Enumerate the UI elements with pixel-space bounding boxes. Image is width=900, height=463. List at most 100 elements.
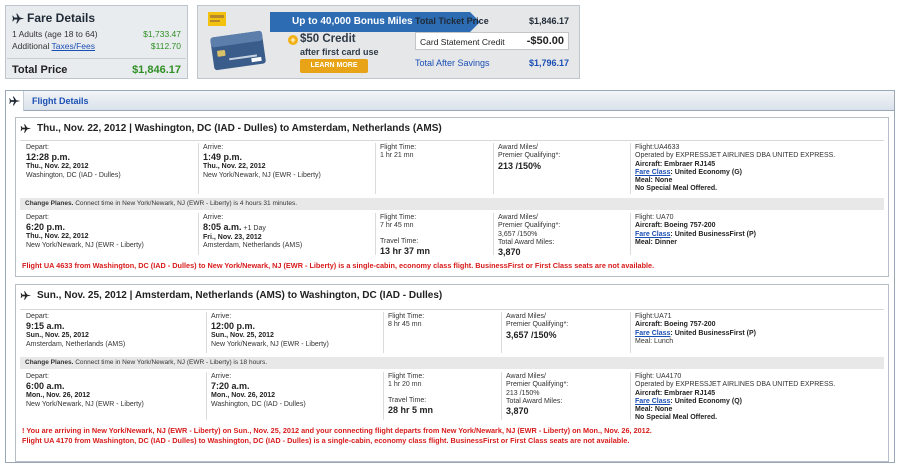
- depart-label: Depart:: [26, 214, 49, 221]
- award-label: Award Miles/: [498, 144, 538, 151]
- pq-label: Premier Qualifying*:: [506, 381, 569, 389]
- taxes-fees-link[interactable]: Taxes/Fees: [52, 41, 95, 51]
- flight-info-cell: Flight:UA4633 Operated by EXPRESSJET AIR…: [635, 144, 835, 194]
- promo-totals: Total Ticket Price $1,846.17 Card Statem…: [415, 12, 575, 74]
- flight-number: Flight: UA70: [635, 214, 674, 221]
- fare-class-link[interactable]: Fare Class: [635, 169, 670, 176]
- arrive-place: Amsterdam, Netherlands (AMS): [203, 241, 303, 249]
- operated-by: Operated by EXPRESSJET AIRLINES DBA UNIT…: [635, 152, 836, 160]
- travel-time-value: 28 hr 5 mn: [388, 404, 434, 415]
- flight-time-value: 7 hr 45 mn: [380, 222, 414, 230]
- total-award-label: Total Award Miles:: [506, 397, 563, 405]
- depart-date: Thu., Nov. 22, 2012: [26, 233, 89, 241]
- flight-time-label: Flight Time:: [388, 373, 425, 380]
- plus-icon: +: [288, 35, 298, 45]
- airplane-icon: [20, 290, 32, 300]
- change-planes-label: Change Planes.: [25, 200, 74, 207]
- change-planes-text: Connect time in New York/Newark, NJ (EWR…: [73, 359, 268, 366]
- segment-row: Depart: 12:28 p.m. Thu., Nov. 22, 2012 W…: [20, 140, 884, 196]
- arrive-cell: Arrive: 8:05 a.m. +1 Day Fri., Nov. 23, …: [203, 214, 302, 250]
- aircraft: Aircraft: Embraer RJ145: [635, 389, 716, 397]
- segment-row: Depart: 6:00 a.m. Mon., Nov. 26, 2012 Ne…: [20, 370, 884, 422]
- trip-return-title: Sun., Nov. 25, 2012 | Amsterdam, Netherl…: [37, 289, 443, 301]
- fare-adults-label: 1 Adults (age 18 to 64): [12, 29, 98, 39]
- change-planes-notice: Change Planes. Connect time in New York/…: [20, 357, 884, 369]
- meal: Meal: Dinner: [635, 238, 678, 246]
- depart-place: New York/Newark, NJ (EWR - Liberty): [26, 400, 144, 408]
- fare-total-label: Total Price: [12, 64, 68, 76]
- arrive-date: Thu., Nov. 22, 2012: [203, 163, 266, 171]
- fare-total-row: Total Price $1,846.17: [12, 64, 181, 76]
- trip-outbound-header: Thu., Nov. 22, 2012 | Washington, DC (IA…: [16, 118, 888, 138]
- arrive-cell: Arrive: 1:49 p.m. Thu., Nov. 22, 2012 Ne…: [203, 144, 321, 180]
- award-cell: Award Miles/ Premier Qualifying*: 213 /1…: [506, 373, 568, 417]
- ticket-total-amount: $1,846.17: [528, 16, 569, 26]
- flight-time-value: 1 hr 20 mn: [388, 381, 422, 389]
- fare-additional-prefix: Additional: [12, 41, 52, 51]
- flight-time-value: 1 hr 21 mn: [380, 152, 414, 160]
- economy-warning: Flight UA 4633 from Washington, DC (IAD …: [22, 261, 655, 270]
- airplane-icon: [12, 13, 25, 23]
- award-cell: Award Miles/ Premier Qualifying*: 213 /1…: [498, 144, 560, 172]
- after-savings-row: Total After Savings $1,796.17: [415, 58, 569, 68]
- credit-card-image[interactable]: [206, 12, 270, 74]
- fare-details-panel: Fare Details 1 Adults (age 18 to 64) $1,…: [5, 5, 188, 79]
- fare-adults-row: 1 Adults (age 18 to 64) $1,733.47: [12, 29, 181, 39]
- total-award-value: 3,870: [506, 406, 529, 417]
- change-planes-label: Change Planes.: [25, 359, 74, 366]
- arrive-label: Arrive:: [203, 214, 224, 221]
- after-savings-amount: $1,796.17: [528, 58, 569, 68]
- depart-cell: Depart: 6:20 p.m. Thu., Nov. 22, 2012 Ne…: [26, 214, 144, 250]
- fare-class-value: : United Economy (G): [670, 168, 742, 176]
- arrive-time: 1:49 p.m.: [203, 152, 243, 163]
- fare-class-link[interactable]: Fare Class: [635, 231, 670, 238]
- pq-label: Premier Qualifying*:: [498, 152, 561, 160]
- flight-number: Flight: UA4170: [635, 373, 682, 380]
- arrive-time: 8:05 a.m.: [203, 222, 242, 233]
- arrive-place: New York/Newark, NJ (EWR - Liberty): [211, 340, 329, 348]
- meal: Meal: None: [635, 406, 673, 414]
- flight-info-cell: Flight: UA70 Aircraft: Boeing 757-200 Fa…: [635, 214, 756, 247]
- arrive-cell: Arrive: 7:20 a.m. Mon., Nov. 26, 2012 Wa…: [211, 373, 306, 409]
- trip-outbound-title: Thu., Nov. 22, 2012 | Washington, DC (IA…: [37, 122, 442, 134]
- depart-cell: Depart: 9:15 a.m. Sun., Nov. 25, 2012 Am…: [26, 313, 125, 349]
- flight-time-cell: Flight Time: 8 hr 45 mn: [388, 313, 424, 330]
- fare-class-link[interactable]: Fare Class: [635, 398, 670, 405]
- award-value: 213 /150%: [506, 389, 540, 397]
- depart-date: Mon., Nov. 26, 2012: [26, 392, 91, 400]
- travel-time-label: Travel Time:: [388, 396, 427, 404]
- learn-more-button[interactable]: LEARN MORE: [300, 59, 368, 73]
- airplane-icon: [8, 96, 20, 105]
- special-meal: No Special Meal Offered.: [635, 414, 718, 422]
- travel-time-label: Travel Time:: [380, 237, 419, 245]
- fare-class-link[interactable]: Fare Class: [635, 330, 670, 337]
- flight-details-icon-box: [6, 90, 24, 111]
- segment-row: Depart: 9:15 a.m. Sun., Nov. 25, 2012 Am…: [20, 309, 884, 355]
- arrive-date: Sun., Nov. 25, 2012: [211, 332, 274, 340]
- pq-label: Premier Qualifying*:: [506, 321, 569, 329]
- trip-outbound: Thu., Nov. 22, 2012 | Washington, DC (IA…: [15, 117, 889, 277]
- award-label: Award Miles/: [506, 313, 546, 320]
- pq-label: Premier Qualifying*:: [498, 222, 561, 230]
- arrive-place: New York/Newark, NJ (EWR - Liberty): [203, 171, 321, 179]
- depart-date: Thu., Nov. 22, 2012: [26, 163, 89, 171]
- flight-time-label: Flight Time:: [380, 214, 417, 221]
- fare-taxes-row: Additional Taxes/Fees $112.70: [12, 41, 181, 51]
- flight-details-title: Flight Details: [32, 95, 89, 106]
- arrive-date: Fri., Nov. 23, 2012: [203, 233, 262, 241]
- travel-time-value: 13 hr 37 mn: [380, 245, 431, 256]
- flight-time-label: Flight Time:: [388, 313, 425, 320]
- depart-place: Washington, DC (IAD - Dulles): [26, 171, 121, 179]
- after-savings-label: Total After Savings: [415, 58, 490, 68]
- airplane-icon: [20, 123, 32, 133]
- flight-details-header: Flight Details: [6, 90, 894, 111]
- depart-place: New York/Newark, NJ (EWR - Liberty): [26, 241, 144, 249]
- trip-return-header: Sun., Nov. 25, 2012 | Amsterdam, Netherl…: [16, 285, 888, 305]
- fare-adults-amount: $1,733.47: [143, 29, 181, 39]
- promo-credit: $50 Credit: [300, 33, 356, 45]
- depart-label: Depart:: [26, 373, 49, 380]
- meal: Meal: None: [635, 177, 673, 185]
- card-credit-amount: -$50.00: [526, 35, 564, 47]
- segment-row: Depart: 6:20 p.m. Thu., Nov. 22, 2012 Ne…: [20, 211, 884, 257]
- card-credit-label: Card Statement Credit: [420, 37, 505, 47]
